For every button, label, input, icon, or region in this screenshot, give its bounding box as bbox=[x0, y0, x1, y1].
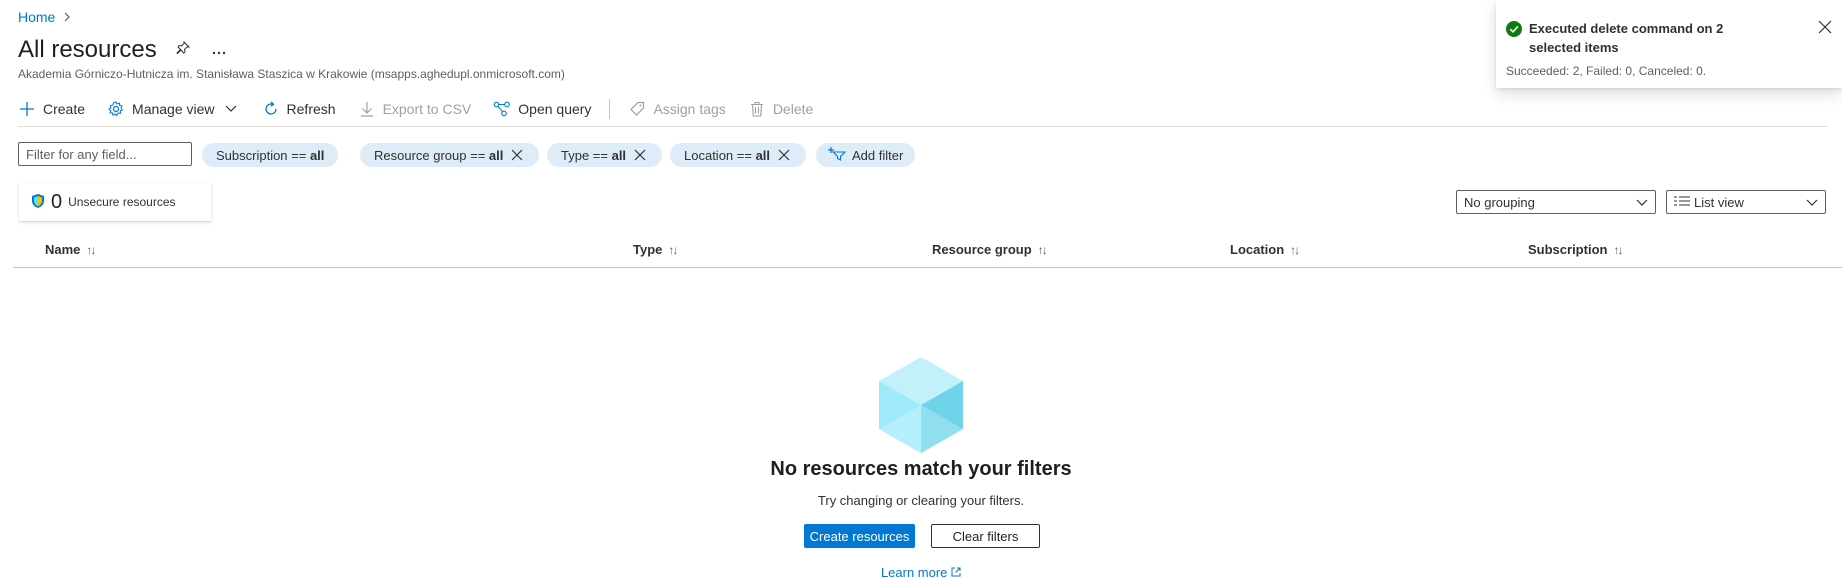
add-filter-button[interactable]: Add filter bbox=[816, 143, 916, 167]
column-header-resource-group[interactable]: Resource group ↑↓ bbox=[932, 242, 1048, 257]
filter-input[interactable] bbox=[18, 142, 192, 166]
delete-button[interactable]: Delete bbox=[748, 100, 813, 118]
title-row: All resources bbox=[18, 36, 229, 64]
chevron-right-icon bbox=[63, 10, 71, 25]
refresh-icon bbox=[262, 100, 280, 118]
chevron-down-icon bbox=[222, 100, 240, 118]
export-csv-label: Export to CSV bbox=[382, 101, 472, 117]
gear-icon bbox=[107, 100, 125, 118]
add-filter-icon bbox=[828, 146, 847, 164]
filter-pill-type[interactable]: Type == all bbox=[547, 143, 663, 167]
plus-icon bbox=[18, 100, 36, 118]
column-name-label: Name bbox=[45, 242, 81, 257]
open-query-label: Open query bbox=[518, 101, 592, 117]
create-button[interactable]: Create bbox=[18, 100, 85, 118]
close-icon[interactable] bbox=[776, 147, 792, 163]
filter-pill-subscription-label: Subscription == all bbox=[216, 148, 324, 163]
assign-tags-label: Assign tags bbox=[653, 101, 726, 117]
toast-message: Succeeded: 2, Failed: 0, Canceled: 0. bbox=[1506, 64, 1707, 78]
sort-icon: ↑↓ bbox=[1290, 242, 1300, 257]
column-location-label: Location bbox=[1230, 242, 1285, 257]
column-header-type[interactable]: Type ↑↓ bbox=[633, 242, 678, 257]
security-shield-icon bbox=[31, 193, 45, 212]
close-icon[interactable] bbox=[632, 147, 648, 163]
filter-pill-location-key: Location == bbox=[684, 147, 756, 163]
add-filter-label: Add filter bbox=[852, 147, 904, 163]
toolbar-divider bbox=[609, 99, 611, 119]
chevron-down-icon bbox=[1636, 195, 1648, 210]
create-resources-button[interactable]: Create resources bbox=[804, 524, 915, 548]
notification-toast: Executed delete command on 2 selected it… bbox=[1496, 0, 1842, 88]
filter-pill-location[interactable]: Location == all bbox=[670, 143, 807, 167]
export-csv-button[interactable]: Export to CSV bbox=[358, 100, 472, 118]
close-icon[interactable] bbox=[1818, 20, 1834, 36]
grouping-dropdown[interactable]: No grouping bbox=[1456, 190, 1656, 214]
close-icon[interactable] bbox=[509, 147, 525, 163]
grouping-value: No grouping bbox=[1464, 194, 1535, 210]
column-header-subscription[interactable]: Subscription ↑↓ bbox=[1528, 242, 1623, 257]
download-icon bbox=[358, 100, 376, 118]
breadcrumb: Home bbox=[18, 9, 71, 25]
page-title: All resources bbox=[18, 36, 157, 63]
ellipsis-icon[interactable] bbox=[209, 42, 229, 59]
manage-view-label: Manage view bbox=[132, 101, 215, 117]
filter-pill-subscription-value: all bbox=[309, 147, 325, 163]
page-subtitle: Akademia Górniczo-Hutnicza im. Stanisław… bbox=[18, 67, 565, 81]
sort-icon: ↑↓ bbox=[1613, 242, 1623, 257]
filter-pill-resource-group-key: Resource group == bbox=[374, 147, 489, 163]
refresh-label: Refresh bbox=[286, 101, 336, 117]
query-graph-icon bbox=[493, 100, 511, 118]
filter-pill-subscription-key: Subscription == bbox=[216, 147, 310, 163]
learn-more-link[interactable]: Learn more bbox=[881, 565, 947, 578]
sort-icon: ↑↓ bbox=[1037, 242, 1048, 257]
external-link-icon bbox=[951, 565, 961, 578]
learn-more-wrap: Learn more bbox=[0, 565, 1842, 578]
grid-header: Name ↑↓ Type ↑↓ Resource group ↑↓ Locati… bbox=[13, 238, 1842, 268]
sort-icon: ↑↓ bbox=[668, 242, 678, 257]
filter-pill-resource-group-label: Resource group == all bbox=[374, 148, 503, 163]
column-resource-group-label: Resource group bbox=[932, 242, 1032, 257]
filter-pill-resource-group[interactable]: Resource group == all bbox=[360, 143, 540, 167]
view-value: List view bbox=[1694, 194, 1744, 210]
column-subscription-label: Subscription bbox=[1528, 242, 1608, 257]
toast-title: Executed delete command on 2 selected it… bbox=[1529, 21, 1724, 55]
column-type-label: Type bbox=[633, 242, 663, 257]
column-header-location[interactable]: Location ↑↓ bbox=[1230, 242, 1300, 257]
list-view-icon bbox=[1674, 195, 1690, 210]
clear-filters-button[interactable]: Clear filters bbox=[931, 524, 1040, 548]
view-value-wrap: List view bbox=[1674, 195, 1744, 210]
empty-state-subtitle: Try changing or clearing your filters. bbox=[817, 493, 1025, 508]
empty-state-title: No resources match your filters bbox=[770, 458, 1072, 480]
success-check-icon bbox=[1506, 21, 1522, 37]
sort-icon: ↑↓ bbox=[86, 242, 96, 257]
command-bar: Create Manage view Refresh Export to CSV… bbox=[18, 98, 835, 120]
view-dropdown[interactable]: List view bbox=[1666, 190, 1826, 214]
tag-icon bbox=[628, 100, 646, 118]
create-label: Create bbox=[43, 101, 86, 117]
empty-cube-icon bbox=[879, 357, 963, 456]
filter-pill-subscription[interactable]: Subscription == all bbox=[202, 143, 339, 167]
filter-pill-type-label: Type == all bbox=[561, 148, 626, 163]
breadcrumb-home-link[interactable]: Home bbox=[18, 9, 55, 25]
filter-pill-location-label: Location == all bbox=[684, 148, 770, 163]
manage-view-button[interactable]: Manage view bbox=[107, 100, 240, 118]
filter-pill-location-value: all bbox=[755, 147, 771, 163]
pin-icon[interactable] bbox=[173, 40, 193, 59]
filter-pill-type-value: all bbox=[611, 147, 627, 163]
filter-pill-resource-group-value: all bbox=[488, 147, 504, 163]
refresh-button[interactable]: Refresh bbox=[262, 100, 336, 118]
unsecure-count: 0 bbox=[51, 190, 63, 213]
chevron-down-icon bbox=[1806, 195, 1818, 210]
open-query-button[interactable]: Open query bbox=[493, 100, 591, 118]
column-header-name[interactable]: Name ↑↓ bbox=[45, 242, 96, 257]
trash-icon bbox=[748, 100, 766, 118]
unsecure-resources-card[interactable]: 0 Unsecure resources bbox=[19, 183, 211, 221]
filter-pill-type-key: Type == bbox=[561, 147, 612, 163]
delete-label: Delete bbox=[772, 101, 814, 117]
toolbar-divider-line bbox=[18, 126, 1828, 127]
assign-tags-button[interactable]: Assign tags bbox=[628, 100, 726, 118]
unsecure-label: Unsecure resources bbox=[68, 195, 176, 209]
